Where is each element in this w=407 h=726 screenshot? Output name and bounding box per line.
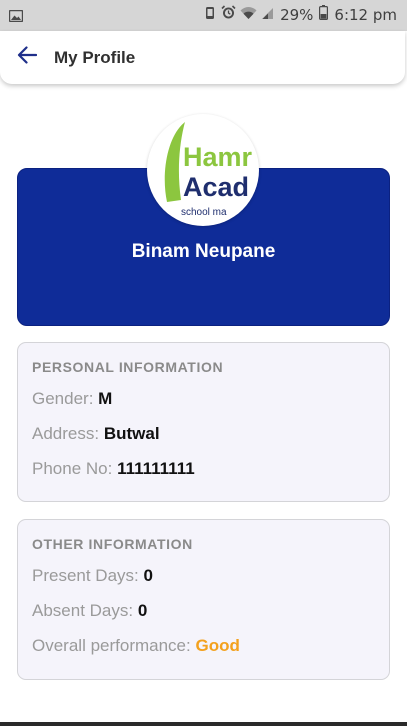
address-value: Butwal — [103, 424, 160, 443]
other-info-title: OTHER INFORMATION — [32, 536, 193, 552]
present-days-row: Present Days: 0 — [32, 566, 375, 587]
back-button[interactable] — [0, 31, 54, 84]
clock-time: 6:12 pm — [334, 5, 397, 24]
present-days-label: Present Days: — [32, 566, 139, 585]
absent-days-label: Absent Days: — [32, 601, 134, 620]
phone-row: Phone No: 111111111 — [32, 459, 375, 480]
battery-percent: 29% — [280, 5, 314, 24]
phone-value: 111111111 — [117, 459, 195, 478]
performance-label: Overall performance: — [32, 636, 191, 655]
gallery-icon — [8, 7, 24, 26]
gender-row: Gender: M — [32, 389, 375, 410]
logo-text-2: Acad — [183, 172, 249, 202]
alarm-icon — [221, 5, 236, 24]
phone-label: Phone No: — [32, 459, 113, 478]
profile-name: Binam Neupane — [131, 241, 276, 262]
avatar: Hamr Acad school ma — [147, 114, 259, 226]
absent-days-row: Absent Days: 0 — [32, 601, 375, 622]
address-row: Address: Butwal — [32, 424, 375, 445]
status-bar: 29% 6:12 pm — [0, 0, 407, 31]
gender-value: M — [98, 389, 113, 408]
school-logo-icon: Hamr Acad school ma — [164, 122, 253, 218]
page-title: My Profile — [54, 47, 136, 67]
present-days-value: 0 — [143, 566, 153, 585]
vibrate-icon — [203, 6, 217, 24]
app-bar: My Profile — [0, 31, 405, 84]
arrow-left-icon — [17, 46, 38, 69]
bottom-edge — [0, 722, 407, 726]
personal-info-title: PERSONAL INFORMATION — [32, 359, 224, 375]
wifi-icon — [240, 6, 257, 24]
battery-icon — [319, 5, 329, 24]
gender-label: Gender: — [32, 389, 94, 408]
logo-text-3: school ma — [181, 207, 227, 218]
signal-icon — [261, 6, 274, 24]
personal-info-card: PERSONAL INFORMATION Gender: M Address: … — [17, 342, 390, 502]
absent-days-value: 0 — [137, 601, 148, 620]
address-label: Address: — [32, 424, 100, 443]
performance-value: Good — [195, 636, 240, 655]
other-info-card: OTHER INFORMATION Present Days: 0 Absent… — [17, 519, 390, 680]
logo-text-1: Hamr — [183, 142, 253, 172]
performance-row: Overall performance: Good — [32, 636, 375, 657]
